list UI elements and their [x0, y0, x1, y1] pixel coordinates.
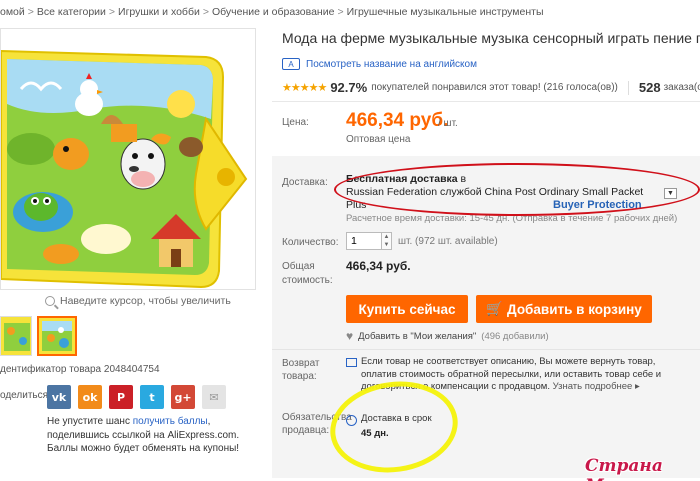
thumbnail-2[interactable]: [37, 316, 77, 356]
breadcrumb-separator: >: [337, 6, 344, 18]
orders-count: 528: [638, 80, 661, 95]
divider: [627, 80, 629, 95]
watermark: Страна Мам: [585, 456, 663, 481]
price-unit: / шт.: [438, 118, 458, 129]
breadcrumb-all-categories[interactable]: Все категории: [37, 6, 106, 18]
vk-icon[interactable]: vk: [47, 385, 71, 409]
odnoklassniki-icon[interactable]: ok: [78, 385, 102, 409]
rating-row: ★★★★★ 92.7% покупателей понравился этот …: [282, 80, 700, 95]
breadcrumb-toy-instruments[interactable]: Игрушечные музыкальные инструменты: [347, 6, 544, 18]
share-label: оделиться:: [0, 390, 51, 401]
magnifier-icon: [45, 296, 55, 306]
wishlist-label: Добавить в "Мои желания": [358, 330, 477, 342]
points-note: Не упустите шанс получить баллы, поделив…: [47, 415, 267, 456]
translate-title-link[interactable]: A Посмотреть название на английском: [282, 58, 477, 70]
pinterest-icon[interactable]: P: [109, 385, 133, 409]
email-icon-glyph: ✉: [209, 390, 219, 404]
heart-icon: ♥: [346, 329, 354, 343]
red-annotation-ellipse: [334, 163, 700, 216]
breadcrumb-separator: >: [202, 6, 209, 18]
quantity-available: шт. (972 шт. available): [398, 236, 498, 247]
quantity-label: Количество:: [282, 237, 339, 248]
email-icon[interactable]: ✉: [202, 385, 226, 409]
product-title: Мода на ферме музыкальные музыка сенсорн…: [282, 30, 700, 46]
thumbnail-1-image: [1, 317, 31, 355]
googleplus-icon-glyph: g+: [174, 390, 192, 404]
translate-icon: A: [282, 58, 300, 70]
share-icons: vk ok P t g+ ✉: [47, 385, 226, 409]
price-value: 466,34 руб.: [346, 110, 449, 131]
twitter-icon-glyph: t: [149, 390, 155, 404]
vk-icon-glyph: vk: [51, 390, 67, 404]
wishlist-link[interactable]: ♥ Добавить в "Мои желания" (496 добавили…: [346, 329, 549, 343]
total-label: Общая стоимость:: [282, 261, 333, 286]
twitter-icon[interactable]: t: [140, 385, 164, 409]
breadcrumb-home[interactable]: омой: [0, 6, 25, 18]
product-id: дентификатор товара 2048404754: [0, 364, 160, 375]
googleplus-icon[interactable]: g+: [171, 385, 195, 409]
thumbnail-1[interactable]: [0, 316, 32, 356]
rating-stars-icon[interactable]: ★★★★★: [282, 81, 327, 94]
price-label: Цена:: [282, 117, 309, 128]
rating-text[interactable]: покупателей понравился этот товар! (216 …: [371, 82, 618, 93]
orders-label: заказа(ов): [663, 82, 700, 93]
shipping-label: Доставка:: [282, 177, 328, 188]
quantity-up-icon[interactable]: ▲: [382, 233, 391, 241]
buy-now-label: Купить сейчас: [358, 301, 456, 317]
learn-more-link[interactable]: Узнать подробнее ▸: [553, 381, 640, 392]
price-type: Оптовая цена: [346, 134, 411, 145]
divider: [272, 101, 700, 102]
breadcrumb: омой > Все категории > Игрушки и хобби > Обуче…: [0, 6, 544, 18]
translate-title-label: Посмотреть название на английском: [306, 58, 477, 70]
wishlist-count: (496 добавили): [481, 330, 549, 342]
points-text-1: Не упустите шанс: [47, 416, 133, 427]
breadcrumb-separator: >: [108, 6, 116, 18]
buy-now-button[interactable]: Купить сейчас: [346, 295, 468, 323]
thumbnail-2-image: [39, 318, 75, 354]
get-points-link[interactable]: получить баллы: [133, 416, 208, 427]
zoom-hint-text: Наведите курсор, чтобы увеличить: [60, 295, 231, 307]
breadcrumb-learning-education[interactable]: Обучение и образование: [212, 6, 334, 18]
returns-icon: [346, 358, 357, 367]
cart-icon: 🛒: [486, 301, 504, 316]
zoom-hint: Наведите курсор, чтобы увеличить: [45, 295, 231, 307]
quantity-stepper[interactable]: ▲ ▼: [382, 232, 392, 250]
divider: [272, 349, 700, 350]
returns-label: Возврат товара:: [282, 358, 320, 382]
total-value: 466,34 руб.: [346, 259, 411, 273]
rating-percent: 92.7%: [330, 80, 368, 95]
add-to-cart-button[interactable]: 🛒 Добавить в корзину: [476, 295, 652, 323]
quantity-input[interactable]: [346, 232, 382, 250]
quantity-down-icon[interactable]: ▼: [382, 241, 391, 249]
add-to-cart-label: Добавить в корзину: [507, 301, 642, 317]
breadcrumb-separator: >: [27, 6, 34, 18]
farm-music-mat-image: [1, 29, 255, 289]
breadcrumb-toys-hobbies[interactable]: Игрушки и хобби: [118, 6, 200, 18]
product-main-image[interactable]: [0, 28, 256, 290]
odnoklassniki-icon-glyph: ok: [82, 390, 98, 404]
pinterest-icon-glyph: P: [116, 390, 126, 404]
